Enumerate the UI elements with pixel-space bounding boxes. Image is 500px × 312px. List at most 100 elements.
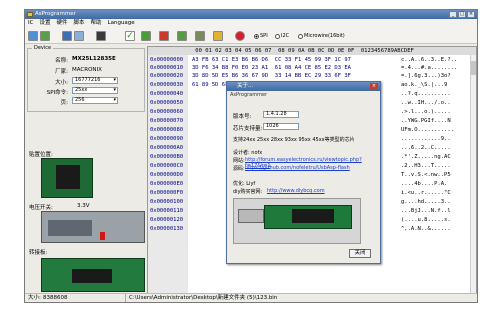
status-size-value: 8388608 [43, 295, 68, 301]
maximize-button[interactable]: □ [458, 11, 466, 18]
chips-field: 1026 [263, 123, 299, 130]
vendor-value: MACRONIX [72, 67, 102, 73]
menu-help[interactable]: 帮助 [91, 19, 102, 28]
address-column: 0x00000000 0x00000010 0x00000020 0x00000… [148, 55, 188, 293]
device-group-title: Device [32, 45, 54, 51]
radio-i2c-dot [275, 33, 280, 39]
zif-socket-image [292, 209, 334, 223]
switch-marker [100, 232, 105, 240]
radio-spi-dot [254, 33, 259, 39]
radio-microwire-dot [298, 33, 303, 39]
ascii-row: ^,.A.N..&...... [401, 226, 451, 232]
erase-chip-icon[interactable] [159, 31, 169, 41]
address: 0x00000030 [150, 82, 184, 88]
github-link[interactable]: https://github.com/nofeletru/UsbAsp-flas… [245, 165, 350, 171]
menu-language[interactable]: Language [108, 19, 135, 28]
stop-icon[interactable] [235, 31, 245, 41]
menu-hardware[interactable]: 硬件 [56, 19, 67, 28]
designer-text: 设计者: nofx [233, 150, 263, 156]
status-bar: 大小: 8388608 C:\Users\Administrator\Deskt… [25, 293, 477, 302]
about-title-bar: 关于... × [227, 82, 380, 91]
hex-row: 3D F6 34 B8 F0 E0 23 A1 61 08 A4 CE 85 E… [192, 65, 351, 71]
hex-scrollbar[interactable] [470, 55, 476, 293]
usb-plug-image [238, 209, 264, 223]
chip-info-icon[interactable] [74, 31, 84, 41]
version-label: 版本号: [233, 114, 252, 120]
ascii-row: i.<u..r......"C [401, 190, 451, 196]
adapter-label: 转接板: [29, 250, 48, 256]
select-chip-icon[interactable] [96, 31, 106, 41]
size-label: 大小: [55, 80, 68, 86]
chip-position-label: 贴置位置: [29, 152, 53, 158]
address: 0x00000020 [150, 73, 184, 79]
voltage-label: 电压开关: [29, 205, 53, 211]
chip-socket-image [41, 158, 93, 198]
about-title: 关于... [237, 83, 254, 89]
ascii-row: ............9.. [401, 136, 451, 142]
menu-settings[interactable]: 设置 [39, 19, 50, 28]
read-chip-icon[interactable] [141, 31, 151, 41]
radio-spi[interactable]: SPI [254, 33, 268, 39]
address: 0x000000A0 [150, 145, 184, 151]
ascii-row: UFm.O........... [401, 127, 454, 133]
about-dialog: 关于... × AsProgrammer 版本号: 1.4.1.28 芯片支持量… [226, 81, 381, 264]
about-close-x[interactable]: × [370, 83, 378, 90]
chip-image [56, 165, 80, 189]
address: 0x00000060 [150, 109, 184, 115]
radio-microwire-label: Microwire(16bit) [304, 33, 345, 39]
address: 0x00000090 [150, 136, 184, 142]
ascii-row: ...6..2..C..... [401, 145, 451, 151]
vendor-label: 厂家: [55, 69, 68, 75]
radio-i2c[interactable]: I2C [275, 33, 289, 39]
address: 0x00000040 [150, 91, 184, 97]
read-id-icon[interactable] [62, 31, 72, 41]
lock-icon[interactable] [213, 31, 223, 41]
ascii-row: =.].6g.3...)3o? [401, 73, 451, 79]
menu-ic[interactable]: IC [28, 19, 33, 28]
ascii-row: =.4...#.a........ [401, 65, 458, 71]
voltage-value: 3.3V [77, 203, 90, 209]
programmer-photo [233, 198, 361, 244]
verify-check-icon[interactable]: ✓ [125, 31, 135, 41]
blank-check-icon[interactable] [195, 31, 205, 41]
address: 0x000000F0 [150, 190, 184, 196]
minimize-button[interactable]: _ [449, 11, 457, 18]
address: 0x00000000 [150, 57, 184, 63]
hex-row: A3 FB 63 C1 E3 B6 B6 D6 CC 33 F1 45 99 3… [192, 57, 351, 63]
main-window: AsProgrammer _ □ × IC 设置 硬件 脚本 帮助 Langua… [24, 9, 478, 303]
about-close-button[interactable]: 关闭 [349, 249, 371, 258]
size-field[interactable]: 16777216 [72, 77, 118, 84]
spi-cmd-select[interactable]: 25xx [72, 87, 118, 94]
radio-spi-label: SPI [260, 33, 268, 39]
radio-microwire[interactable]: Microwire(16bit) [298, 33, 345, 39]
voltage-switch-image [41, 211, 145, 243]
ascii-row: (....u.8.....s. [401, 217, 451, 223]
about-subtitle: AsProgrammer [230, 92, 268, 98]
page-select[interactable]: 256 [72, 97, 118, 104]
supports-text: 支持24xx 25xx 28xx 93xx 95xx 45xx等类型的芯片 [233, 137, 355, 143]
ascii-row: ..YWG.PGIf....N [401, 118, 451, 124]
address: 0x00000010 [150, 65, 184, 71]
ascii-row: g....hd.....3.. [401, 199, 451, 205]
title-bar: AsProgrammer _ □ × [25, 10, 477, 19]
name-label: 名称: [55, 58, 68, 64]
close-window-button[interactable]: × [467, 11, 475, 18]
menu-script[interactable]: 脚本 [74, 19, 85, 28]
status-size-label: 大小: [28, 295, 41, 301]
open-file-icon[interactable] [28, 31, 38, 41]
ascii-row: ....4b....P.A. [401, 181, 448, 187]
address: 0x000000E0 [150, 181, 184, 187]
scrollbar-thumb[interactable] [471, 61, 476, 75]
write-chip-icon[interactable] [177, 31, 187, 41]
ascii-row: .*'.Z.....ng.AC [401, 154, 451, 160]
radio-i2c-label: I2C [281, 33, 290, 39]
toolbar: ✓ SPI I2C Microwire(16bit) [25, 28, 477, 44]
version-field: 1.4.1.28 [263, 111, 299, 118]
ascii-row: ..w..IH.../.o.. [401, 100, 451, 106]
left-panel: Device 名称: MX25L12835E 厂家: MACRONIX 大小: … [27, 45, 145, 294]
save-file-icon[interactable] [40, 31, 50, 41]
website-link[interactable]: http://www.diybcq.com [267, 188, 325, 194]
address: 0x00000120 [150, 217, 184, 223]
ascii-row: ...BjJ...N.f..l [401, 208, 451, 214]
chips-label: 芯片支持量: [233, 126, 263, 132]
